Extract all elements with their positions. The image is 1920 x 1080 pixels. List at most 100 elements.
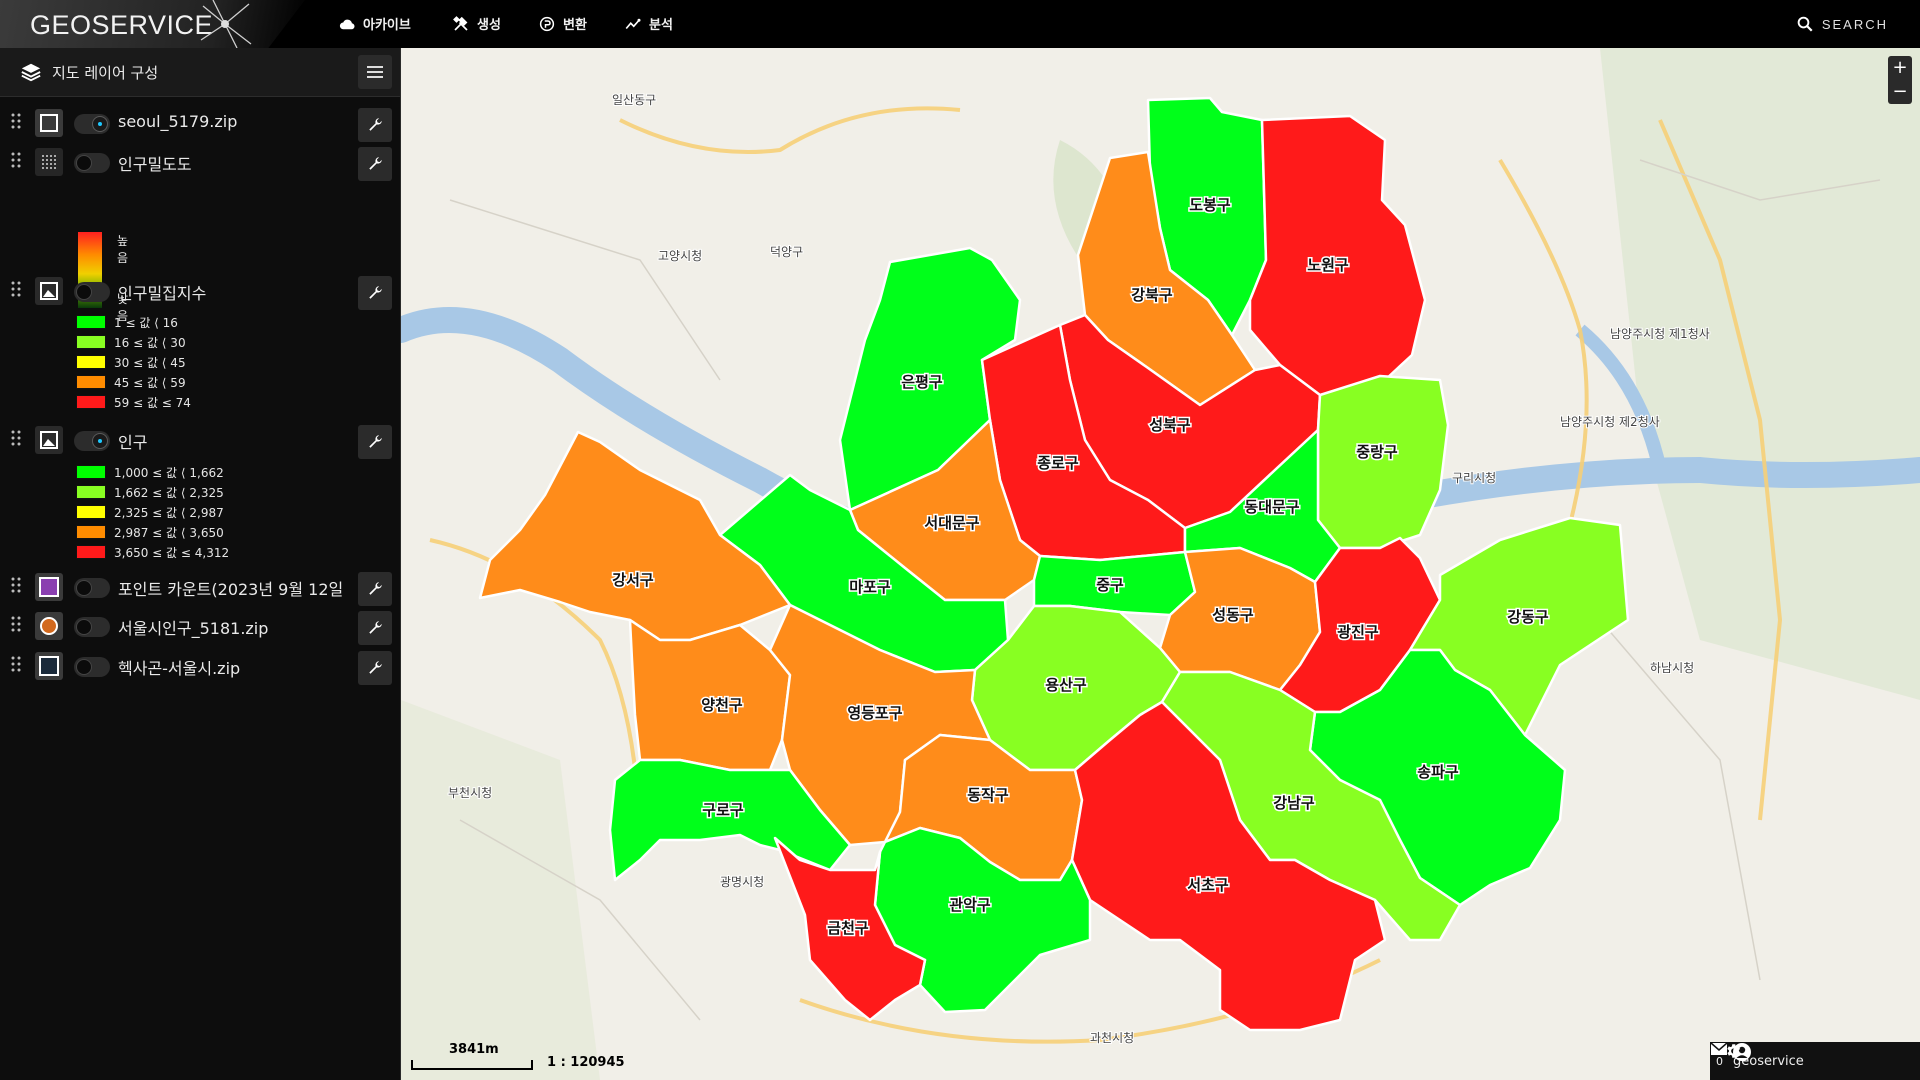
gear-icon[interactable] [1724,1042,1742,1060]
nav-archive-label: 아카이브 [363,18,411,33]
district-label: 중구 [1096,576,1124,594]
legend-label: 1 ≤ 값 ⟨ 16 [114,315,178,330]
map-label: 과천시청 [1090,1030,1134,1045]
layer-visibility-toggle[interactable] [74,282,110,302]
layer-symbol[interactable] [35,148,63,176]
nav-convert[interactable]: 변환 [538,14,587,33]
layer-row-population-density[interactable]: 인구밀도도 [0,141,400,181]
layer-row-seoul-5179[interactable]: seoul_5179.zip [0,102,400,142]
layer-name: 인구밀집지수 [118,284,207,303]
legend-class: 1,000 ≤ 값 ⟨ 1,662 [76,462,229,482]
layer-symbol[interactable] [35,426,63,454]
layer-visibility-toggle[interactable] [74,617,110,637]
layer-visibility-toggle[interactable] [74,578,110,598]
district-label: 서초구 [1187,876,1229,894]
cloud-icon [339,19,355,29]
scale-bar: 3841m 1 : 120945 [411,1042,625,1070]
app-title: GEOSERVICE [30,10,214,40]
layer-row-density-index[interactable]: 인구밀집지수 [0,270,400,310]
layer-name: seoul_5179.zip [118,112,238,131]
convert-icon [539,16,555,31]
district-label: 중랑구 [1356,443,1398,461]
layer-row-point-count[interactable]: 포인트 카운트(2023년 9월 12일 [0,566,400,606]
drag-handle-icon[interactable] [11,152,21,168]
map-label: 덕양구 [770,245,803,259]
wrench-icon [369,286,382,299]
legend-high-label: 높음 [117,234,129,265]
drag-handle-icon[interactable] [11,281,21,297]
layer-name: 포인트 카운트(2023년 9월 12일 [118,580,344,599]
drag-handle-icon[interactable] [11,430,21,446]
legend-class: 2,325 ≤ 값 ⟨ 2,987 [76,502,229,522]
search-label: SEARCH [1821,16,1888,32]
panel-menu-button[interactable] [358,55,392,89]
layer-symbol[interactable] [35,277,63,305]
legend-label: 1,000 ≤ 값 ⟨ 1,662 [114,465,224,480]
drag-handle-icon[interactable] [11,577,21,593]
square-outline-icon [40,114,58,132]
population-legend: 1,000 ≤ 값 ⟨ 1,662 1,662 ≤ 값 ⟨ 2,325 2,32… [76,462,229,562]
drag-handle-icon[interactable] [11,656,21,672]
layer-name: 헥사곤-서울시.zip [118,659,241,678]
layer-symbol[interactable] [35,652,63,680]
image-icon [40,282,58,300]
search-button[interactable]: SEARCH [1796,15,1888,33]
wrench-icon [369,118,382,131]
layer-settings-button[interactable] [358,108,392,142]
layer-row-population[interactable]: 인구 [0,419,400,459]
legend-label: 16 ≤ 값 ⟨ 30 [114,335,186,350]
legend-label: 45 ≤ 값 ⟨ 59 [114,375,186,390]
nav-analysis[interactable]: 분석 [624,14,673,33]
legend-label: 1,662 ≤ 값 ⟨ 2,325 [114,485,224,500]
district-label: 관악구 [949,896,991,914]
layer-row-seoul-population[interactable]: 서울시인구_5181.zip [0,605,400,645]
tools-icon [453,15,468,31]
wrench-icon [369,157,382,170]
layer-settings-button[interactable] [358,611,392,645]
map-label-text: 남양주시청 제1청사 [1610,327,1710,341]
drag-handle-icon[interactable] [11,616,21,632]
zoom-out-button[interactable]: − [1888,80,1912,104]
layer-row-hexagon[interactable]: 헥사곤-서울시.zip [0,645,400,685]
district-label: 은평구 [901,373,943,391]
layer-settings-button[interactable] [358,147,392,181]
legend-swatch [76,315,106,329]
legend-label: 2,325 ≤ 값 ⟨ 2,987 [114,505,224,520]
layer-visibility-toggle[interactable] [74,114,110,134]
nav-create[interactable]: 생성 [452,14,501,33]
drag-handle-icon[interactable] [11,113,21,129]
layer-panel: 지도 레이어 구성 seoul_5179.zip 인구밀도도 높음 낮음 인구밀… [0,48,401,1080]
map-canvas[interactable]: 도봉구 노원구 강북구 은평구 성북구 종로구 중랑구 동대문구 서대문구 마포… [401,48,1920,1080]
purple-square-icon [39,577,59,597]
layer-visibility-toggle[interactable] [74,431,110,451]
district-label: 용산구 [1045,676,1087,694]
image-icon [40,431,58,449]
layer-settings-button[interactable] [358,425,392,459]
layer-visibility-toggle[interactable] [74,657,110,677]
zoom-control: + − [1888,56,1912,104]
layer-settings-button[interactable] [358,572,392,606]
layer-symbol[interactable] [35,109,63,137]
district-label: 종로구 [1037,454,1079,472]
legend-swatch [76,485,106,499]
district-label: 강남구 [1273,794,1315,812]
layer-name: 인구밀도도 [118,155,192,174]
map-label: 부천시청 [448,785,492,800]
layer-settings-button[interactable] [358,651,392,685]
district-label: 동작구 [967,786,1009,804]
layer-visibility-toggle[interactable] [74,153,110,173]
layer-symbol[interactable] [35,612,63,640]
legend-class: 30 ≤ 값 ⟨ 45 [76,352,191,372]
map-view[interactable]: 도봉구 노원구 강북구 은평구 성북구 종로구 중랑구 동대문구 서대문구 마포… [401,48,1920,1080]
district-label: 성북구 [1149,416,1191,434]
square-outline-icon [39,656,59,676]
legend-class: 2,987 ≤ 값 ⟨ 3,650 [76,522,229,542]
layer-settings-button[interactable] [358,276,392,310]
zoom-in-button[interactable]: + [1888,56,1912,80]
district-label: 광진구 [1337,623,1379,641]
layer-symbol[interactable] [35,573,63,601]
map-label: 남양주시청 제1청사 [1610,327,1710,341]
map-label: 하남시청 [1650,661,1694,675]
district-label: 노원구 [1307,256,1349,274]
nav-archive[interactable]: 아카이브 [338,14,411,33]
